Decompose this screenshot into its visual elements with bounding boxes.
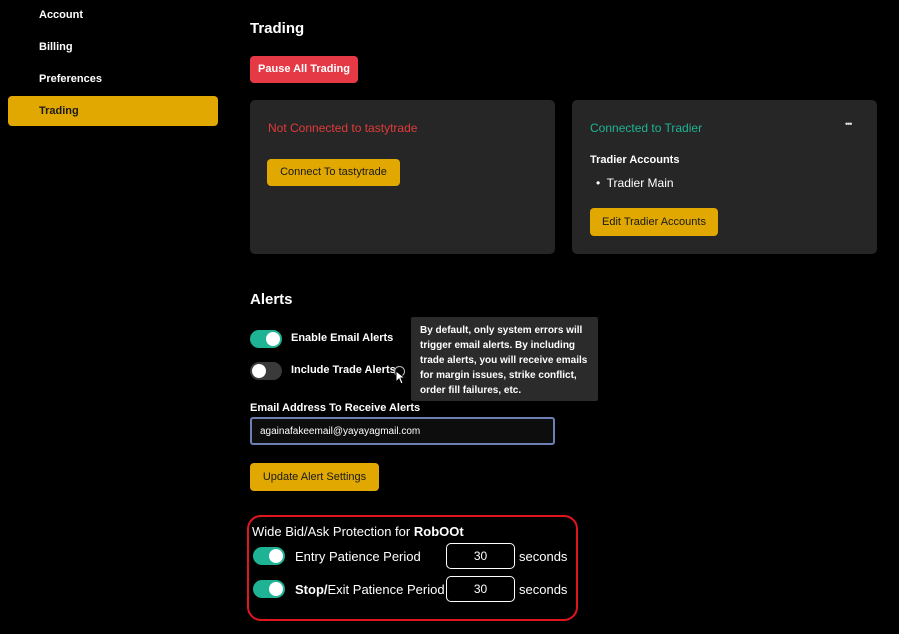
bid-ask-protection-title: Wide Bid/Ask Protection for RobOOt [252, 524, 464, 539]
edit-tradier-accounts-button[interactable]: Edit Tradier Accounts [590, 208, 718, 236]
connect-tastytrade-button[interactable]: Connect To tastytrade [267, 159, 400, 186]
tradier-status: Connected to Tradier [590, 121, 703, 135]
toggle-knob [269, 549, 283, 563]
sidebar-item-label: Billing [39, 41, 73, 53]
enable-email-alerts-toggle[interactable] [250, 330, 282, 348]
exit-patience-input[interactable] [446, 576, 515, 602]
toggle-knob [252, 364, 266, 378]
bid-ask-protection-title-text: Wide Bid/Ask Protection for [252, 524, 411, 539]
entry-patience-input[interactable] [446, 543, 515, 569]
include-trade-alerts-toggle[interactable] [250, 362, 282, 380]
sidebar-item-account[interactable]: Account [8, 0, 218, 30]
toggle-knob [269, 582, 283, 596]
update-alert-settings-button[interactable]: Update Alert Settings [250, 463, 379, 491]
exit-seconds-unit: seconds [519, 582, 568, 597]
email-address-input[interactable] [250, 417, 555, 445]
mouse-pointer-icon [395, 370, 406, 385]
exit-patience-label-text: Exit Patience Period [327, 582, 445, 597]
exit-patience-label: Stop/Exit Patience Period [295, 582, 445, 597]
pause-all-trading-button[interactable]: Pause All Trading [250, 56, 358, 83]
entry-patience-label: Entry Patience Period [295, 549, 421, 564]
tradier-accounts-heading: Tradier Accounts [590, 154, 680, 166]
enable-email-alerts-label: Enable Email Alerts [291, 332, 394, 344]
tradier-account-name: Tradier Main [606, 176, 674, 190]
sidebar-item-label: Trading [39, 105, 79, 117]
sidebar-item-label: Account [39, 9, 83, 21]
tastytrade-status: Not Connected to tastytrade [268, 121, 418, 135]
sidebar-item-label: Preferences [39, 73, 102, 85]
email-address-label: Email Address To Receive Alerts [250, 402, 421, 414]
exit-patience-label-bold: Stop/ [295, 582, 328, 597]
page-title: Trading [250, 20, 305, 37]
include-trade-alerts-label: Include Trade Alerts [291, 364, 396, 376]
trade-alerts-tooltip: By default, only system errors will trig… [411, 317, 598, 401]
list-item: • Tradier Main [596, 176, 674, 190]
bullet-icon: • [596, 176, 601, 190]
toggle-knob [266, 332, 280, 346]
exit-patience-toggle[interactable] [253, 580, 285, 598]
tradier-card: Connected to Tradier ••• Tradier Account… [572, 100, 877, 254]
entry-seconds-unit: seconds [519, 549, 568, 564]
more-options-icon[interactable]: ••• [845, 119, 853, 129]
sidebar-item-preferences[interactable]: Preferences [8, 64, 218, 94]
robot-brand-name: RobOOt [413, 524, 464, 539]
sidebar-item-billing[interactable]: Billing [8, 32, 218, 62]
alerts-title: Alerts [250, 291, 293, 308]
entry-patience-toggle[interactable] [253, 547, 285, 565]
tastytrade-card: Not Connected to tastytrade Connect To t… [250, 100, 555, 254]
sidebar-item-trading[interactable]: Trading [8, 96, 218, 126]
